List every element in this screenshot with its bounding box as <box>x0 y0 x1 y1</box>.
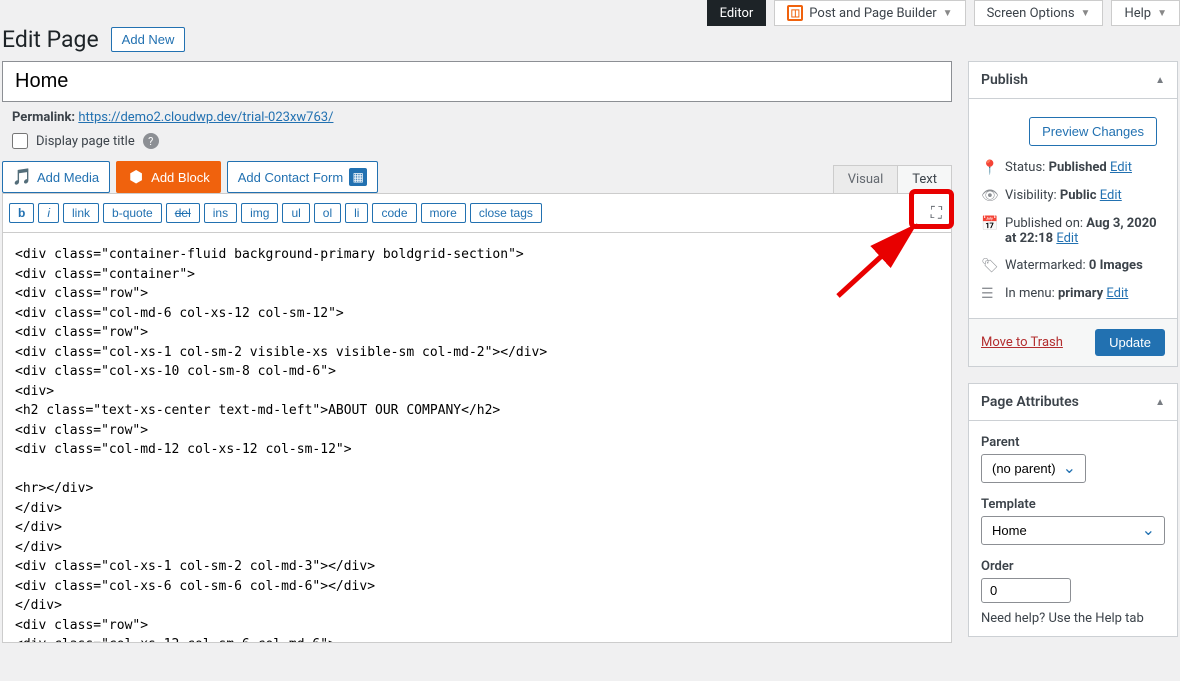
media-icon: 🎵 <box>13 168 31 186</box>
quicktags-toolbar: b i link b-quote del ins img ul ol li co… <box>2 193 952 233</box>
post-title-input[interactable] <box>2 61 952 102</box>
qt-link[interactable]: link <box>63 203 99 223</box>
watermark-text: Watermarked: 0 Images <box>1005 258 1143 273</box>
publish-header[interactable]: Publish ▲ <box>969 62 1177 99</box>
toggle-icon: ▲ <box>1155 75 1165 86</box>
add-contact-label: Add Contact Form <box>238 170 344 185</box>
fullscreen-icon[interactable]: ⛶ <box>928 200 945 226</box>
page-title: Edit Page <box>2 26 99 53</box>
add-contact-button[interactable]: Add Contact Form ▦ <box>227 161 379 193</box>
visibility-text: Visibility: Public Edit <box>1005 188 1122 203</box>
qt-bold[interactable]: b <box>9 203 34 223</box>
qt-code[interactable]: code <box>372 203 416 223</box>
add-media-label: Add Media <box>37 170 99 185</box>
update-button[interactable]: Update <box>1095 329 1165 356</box>
qt-ins[interactable]: ins <box>204 203 237 223</box>
attributes-header[interactable]: Page Attributes ▲ <box>969 384 1177 421</box>
add-block-button[interactable]: ⬢ Add Block <box>116 161 221 193</box>
builder-tab[interactable]: ◫ Post and Page Builder ▼ <box>774 0 965 26</box>
qt-bquote[interactable]: b-quote <box>103 203 162 223</box>
menu-text: In menu: primary Edit <box>1005 286 1128 301</box>
qt-more[interactable]: more <box>421 203 466 223</box>
edit-visibility[interactable]: Edit <box>1100 188 1122 203</box>
preview-button[interactable]: Preview Changes <box>1029 117 1157 146</box>
qt-del[interactable]: del <box>166 203 200 223</box>
status-text: Status: Published Edit <box>1005 160 1132 175</box>
publish-title: Publish <box>981 72 1028 88</box>
add-block-label: Add Block <box>151 170 210 185</box>
order-input[interactable] <box>981 578 1071 603</box>
caret-icon: ▼ <box>943 8 953 19</box>
permalink-url[interactable]: https://demo2.cloudwp.dev/trial-023xw763… <box>78 110 333 125</box>
help-label: Help <box>1124 6 1151 21</box>
eye-icon: 👁 <box>981 188 997 204</box>
caret-icon: ▼ <box>1081 8 1091 19</box>
help-tab[interactable]: Help ▼ <box>1111 0 1180 26</box>
permalink: Permalink: https://demo2.cloudwp.dev/tri… <box>2 102 952 129</box>
qt-italic[interactable]: i <box>38 203 59 223</box>
caret-icon: ▼ <box>1157 8 1167 19</box>
code-editor[interactable] <box>2 233 952 643</box>
display-title-label: Display page title <box>36 134 135 149</box>
template-label: Template <box>981 493 1165 516</box>
editor-tab[interactable]: Editor <box>707 0 767 26</box>
display-title-checkbox[interactable] <box>12 133 28 149</box>
builder-tab-label: Post and Page Builder <box>809 6 936 21</box>
help-text: Need help? Use the Help tab <box>981 603 1165 626</box>
calendar-icon: 📅 <box>981 216 997 232</box>
parent-label: Parent <box>981 431 1165 454</box>
attributes-title: Page Attributes <box>981 394 1079 410</box>
watermark-icon: 🏷 <box>981 258 997 274</box>
qt-img[interactable]: img <box>241 203 278 223</box>
builder-icon: ◫ <box>787 5 803 21</box>
screen-options-tab[interactable]: Screen Options ▼ <box>974 0 1104 26</box>
order-label: Order <box>981 555 1165 578</box>
add-new-button[interactable]: Add New <box>111 27 186 52</box>
edit-menu[interactable]: Edit <box>1106 286 1128 301</box>
qt-ul[interactable]: ul <box>282 203 309 223</box>
add-media-button[interactable]: 🎵 Add Media <box>2 161 110 193</box>
qt-ol[interactable]: ol <box>314 203 341 223</box>
published-text: Published on: Aug 3, 2020 at 22:18 Edit <box>1005 216 1165 246</box>
menu-icon: ☰ <box>981 286 997 302</box>
form-icon: ▦ <box>349 168 367 186</box>
qt-li[interactable]: li <box>345 203 368 223</box>
parent-select[interactable]: (no parent) <box>981 454 1086 483</box>
template-select[interactable]: Home <box>981 516 1165 545</box>
trash-link[interactable]: Move to Trash <box>981 335 1063 350</box>
block-icon: ⬢ <box>127 168 145 186</box>
permalink-label: Permalink: <box>12 110 75 125</box>
visual-tab[interactable]: Visual <box>834 166 898 193</box>
qt-close[interactable]: close tags <box>470 203 542 223</box>
attributes-panel: Page Attributes ▲ Parent (no parent) Tem… <box>968 383 1178 637</box>
editor-mode-tabs: Visual Text <box>833 165 952 193</box>
text-tab[interactable]: Text <box>897 166 951 193</box>
edit-status[interactable]: Edit <box>1110 160 1132 175</box>
publish-panel: Publish ▲ Preview Changes 📍 Status: Publ… <box>968 61 1178 367</box>
edit-date[interactable]: Edit <box>1056 231 1078 246</box>
screen-options-label: Screen Options <box>987 6 1075 21</box>
pin-icon: 📍 <box>981 160 997 176</box>
toggle-icon: ▲ <box>1155 397 1165 408</box>
help-icon[interactable]: ? <box>143 133 159 149</box>
